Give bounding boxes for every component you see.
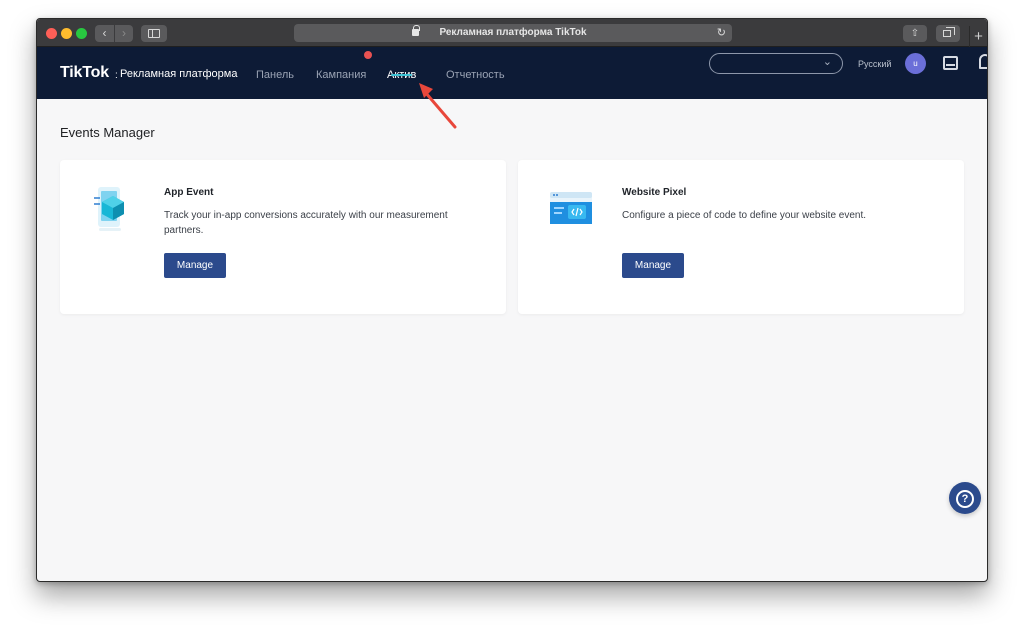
tab-overview-button[interactable] [936,25,960,42]
app-event-icon [94,187,124,231]
avatar[interactable]: u [905,53,926,74]
question-icon: ? [956,490,974,508]
lock-icon [412,25,420,36]
nav-item-dashboard[interactable]: Панель [256,69,294,81]
address-bar[interactable]: Рекламная платформа TikTok ↻ [294,24,732,42]
new-tab-button[interactable]: + [969,26,987,47]
browser-toolbar: ‹ › Рекламная платформа TikTok ↻ ⇧ + [37,19,987,47]
notification-dot [364,51,372,59]
reload-icon[interactable]: ↻ [717,24,726,42]
card-description: Track your in-app conversions accurately… [164,210,448,236]
sidebar-toggle-button[interactable] [141,25,167,42]
website-pixel-card: Website Pixel Configure a piece of code … [518,160,964,314]
help-button[interactable]: ? [949,482,981,514]
share-icon: ⇧ [910,28,920,39]
card-title: App Event [164,187,214,198]
plus-icon: + [974,28,983,45]
share-button[interactable]: ⇧ [903,25,927,42]
nav-item-campaign[interactable]: Кампания [316,69,366,81]
logo-separator: : [115,70,118,81]
back-icon[interactable]: ‹ [95,25,114,42]
inbox-icon[interactable] [943,56,958,70]
zoom-window-button[interactable] [76,28,87,39]
account-dropdown[interactable]: ⌄ [709,53,843,74]
close-window-button[interactable] [46,28,57,39]
history-nav: ‹ › [95,25,133,42]
browser-window: ‹ › Рекламная платформа TikTok ↻ ⇧ + Tik… [36,18,988,582]
active-tab-indicator [391,74,412,76]
app-event-card: App Event Track your in-app conversions … [60,160,506,314]
manage-website-pixel-button[interactable]: Manage [622,253,684,278]
language-selector[interactable]: Русский [858,59,891,69]
address-bar-title: Рекламная платформа TikTok [439,27,587,38]
tiktok-logo[interactable]: TikTok [60,64,109,82]
card-title: Website Pixel [622,187,687,198]
tabs-icon [943,27,955,37]
top-nav: TikTok : Рекламная платформа Панель Камп… [37,47,987,99]
manage-app-event-button[interactable]: Manage [164,253,226,278]
page-title: Events Manager [60,125,155,140]
website-pixel-icon [550,192,592,224]
sidebar-icon [148,29,160,38]
bell-icon[interactable] [979,54,987,69]
forward-icon[interactable]: › [114,25,133,42]
platform-name: Рекламная платформа [120,68,238,80]
minimize-window-button[interactable] [61,28,72,39]
card-description: Configure a piece of code to define your… [622,210,867,221]
chevron-down-icon: ⌄ [822,56,832,68]
nav-item-reporting[interactable]: Отчетность [446,69,505,81]
